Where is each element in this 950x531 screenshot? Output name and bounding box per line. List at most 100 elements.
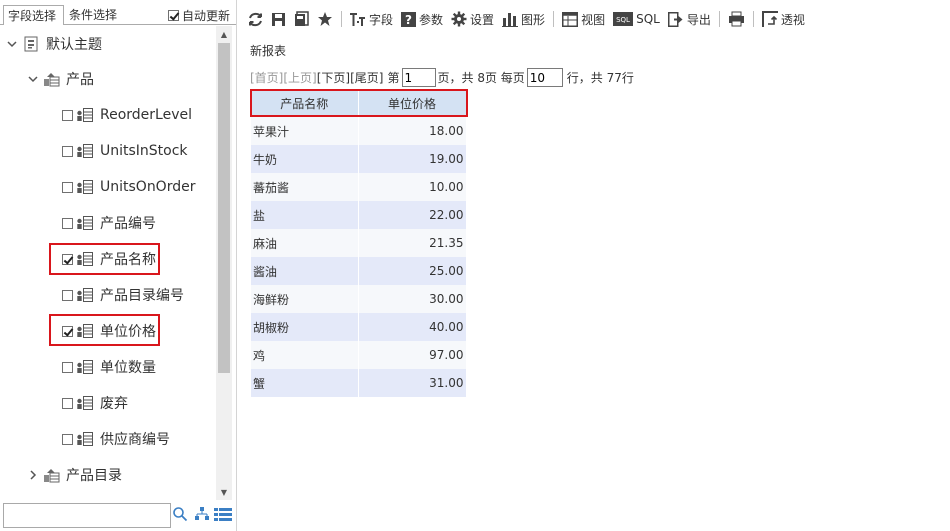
chevron-down-icon[interactable]	[5, 40, 19, 48]
bar-chart-icon	[502, 12, 519, 27]
cell-unit-price: 22.00	[358, 201, 467, 229]
tree-node-root[interactable]: 默认主题	[5, 26, 102, 62]
field-label: UnitsInStock	[100, 143, 188, 159]
auto-refresh-label: 自动更新	[182, 9, 231, 23]
field-checkbox[interactable]	[62, 145, 73, 157]
tree-field-item[interactable]: UnitsInStock	[62, 133, 188, 169]
report-table: 产品名称 单位价格 苹果汁 18.00 牛奶 19.00 蕃茄酱 10.00 盐 22.00 麻…	[251, 90, 467, 397]
toolbar-separator	[341, 11, 342, 27]
view-button[interactable]: 视图	[558, 7, 609, 31]
param-button[interactable]: ? 参数	[397, 7, 447, 31]
page-number-input[interactable]	[401, 68, 436, 87]
last-page-link[interactable]: [尾页]	[350, 69, 383, 86]
gear-icon	[451, 11, 467, 27]
highlight-box-product-name	[49, 243, 160, 275]
field-checkbox[interactable]	[62, 361, 73, 373]
tree-node-label: 默认主题	[46, 37, 102, 53]
field-label: UnitsOnOrder	[100, 179, 196, 195]
sql-button-label: SQL	[636, 12, 660, 26]
field-checkbox[interactable]	[62, 217, 73, 229]
settings-button[interactable]: 设置	[447, 7, 498, 31]
chart-button-label: 图形	[521, 12, 546, 27]
toolbar-separator	[718, 11, 720, 27]
page-size-input[interactable]	[526, 68, 563, 87]
auto-refresh-toggle[interactable]: 自动更新	[168, 7, 230, 24]
cell-product-name: 蕃茄酱	[251, 173, 359, 201]
field-checkbox[interactable]	[62, 181, 73, 193]
export-button[interactable]: 导出	[664, 7, 715, 31]
tree-node-product[interactable]: 产品	[26, 61, 94, 97]
tree-view-icon[interactable]	[194, 506, 210, 526]
cell-unit-price: 40.00	[358, 313, 467, 341]
svg-text:?: ?	[405, 13, 412, 27]
field-icon	[76, 396, 94, 410]
chevron-down-icon[interactable]	[26, 75, 40, 83]
tree-field-item[interactable]: UnitsOnOrder	[62, 169, 195, 205]
tree-field-item[interactable]: 产品目录编号	[62, 277, 184, 313]
print-button[interactable]	[724, 7, 749, 31]
table-row[interactable]: 酱油 25.00	[251, 257, 467, 285]
table-row[interactable]: 蕃茄酱 10.00	[251, 173, 467, 201]
chart-button[interactable]: 图形	[498, 7, 549, 31]
table-row[interactable]: 苹果汁 18.00	[251, 117, 467, 145]
table-row[interactable]: 胡椒粉 40.00	[251, 313, 467, 341]
table-row[interactable]: 海鲜粉 30.00	[251, 285, 467, 313]
cell-unit-price: 25.00	[358, 257, 467, 285]
cell-product-name: 海鲜粉	[251, 285, 359, 313]
toolbar-separator	[553, 11, 555, 27]
list-view-icon[interactable]	[214, 507, 232, 525]
table-row[interactable]: 鸡 97.00	[251, 341, 467, 369]
settings-button-label: 设置	[470, 12, 495, 27]
toolbar-separator	[752, 11, 754, 27]
view-button-label: 视图	[581, 12, 606, 27]
field-checkbox[interactable]	[62, 109, 73, 121]
export-icon	[667, 11, 683, 27]
tree-scrollbar[interactable]: ▲ ▼	[216, 26, 232, 500]
field-checkbox[interactable]	[62, 433, 73, 445]
field-checkbox[interactable]	[62, 397, 73, 409]
favorite-button[interactable]	[313, 7, 337, 31]
star-icon	[318, 12, 332, 26]
tree-node-label: 产品目录	[66, 468, 122, 484]
tree-field-item[interactable]: 废弃	[62, 385, 128, 421]
field-button-label: 字段	[369, 12, 394, 27]
table-row[interactable]: 盐 22.00	[251, 201, 467, 229]
tree-field-item[interactable]: 供应商编号	[62, 421, 170, 457]
first-page-link[interactable]: [首页]	[250, 69, 283, 86]
table-row[interactable]: 蟹 31.00	[251, 369, 467, 397]
field-button[interactable]: 字段	[346, 7, 397, 31]
highlight-box-unit-price	[49, 314, 160, 346]
tree-field-item[interactable]: ReorderLevel	[62, 97, 192, 133]
field-icon	[350, 12, 365, 26]
save-button[interactable]	[267, 7, 290, 31]
search-icon[interactable]	[172, 506, 188, 526]
refresh-icon	[249, 12, 262, 26]
toolbar: 字段 ? 参数 设置 图形 视图 SQL SQL 导出 透视	[238, 0, 950, 38]
tab-condition-select[interactable]: 条件选择	[65, 5, 123, 25]
table-row[interactable]: 牛奶 19.00	[251, 145, 467, 173]
auto-refresh-checkbox[interactable]	[168, 10, 179, 21]
field-checkbox[interactable]	[62, 289, 73, 301]
scroll-up-arrow-icon[interactable]: ▲	[216, 26, 232, 42]
chevron-right-icon[interactable]	[26, 470, 40, 480]
field-icon	[76, 360, 94, 374]
sql-button[interactable]: SQL SQL	[609, 7, 664, 31]
save-as-button[interactable]	[290, 7, 313, 31]
tree-field-item[interactable]: 产品编号	[62, 205, 156, 241]
tree-node-product-category[interactable]: 产品目录	[26, 457, 122, 493]
cell-product-name: 蟹	[251, 369, 359, 397]
pivot-button[interactable]: 透视	[758, 7, 809, 31]
field-label: 废弃	[100, 396, 128, 412]
tab-field-select[interactable]: 字段选择	[3, 5, 64, 25]
next-page-link[interactable]: [下页]	[317, 69, 350, 86]
search-input[interactable]	[3, 503, 171, 528]
refresh-button[interactable]	[244, 7, 267, 31]
scroll-thumb[interactable]	[218, 43, 230, 373]
param-button-label: 参数	[419, 12, 444, 27]
tree-field-item[interactable]: 单位数量	[62, 349, 156, 385]
scroll-down-arrow-icon[interactable]: ▼	[216, 484, 232, 500]
table-row[interactable]: 麻油 21.35	[251, 229, 467, 257]
cell-product-name: 盐	[251, 201, 359, 229]
field-panel: 字段选择 条件选择 自动更新 默认主题 产品 ReorderLevel Unit…	[0, 0, 237, 531]
prev-page-link[interactable]: [上页]	[283, 69, 316, 86]
